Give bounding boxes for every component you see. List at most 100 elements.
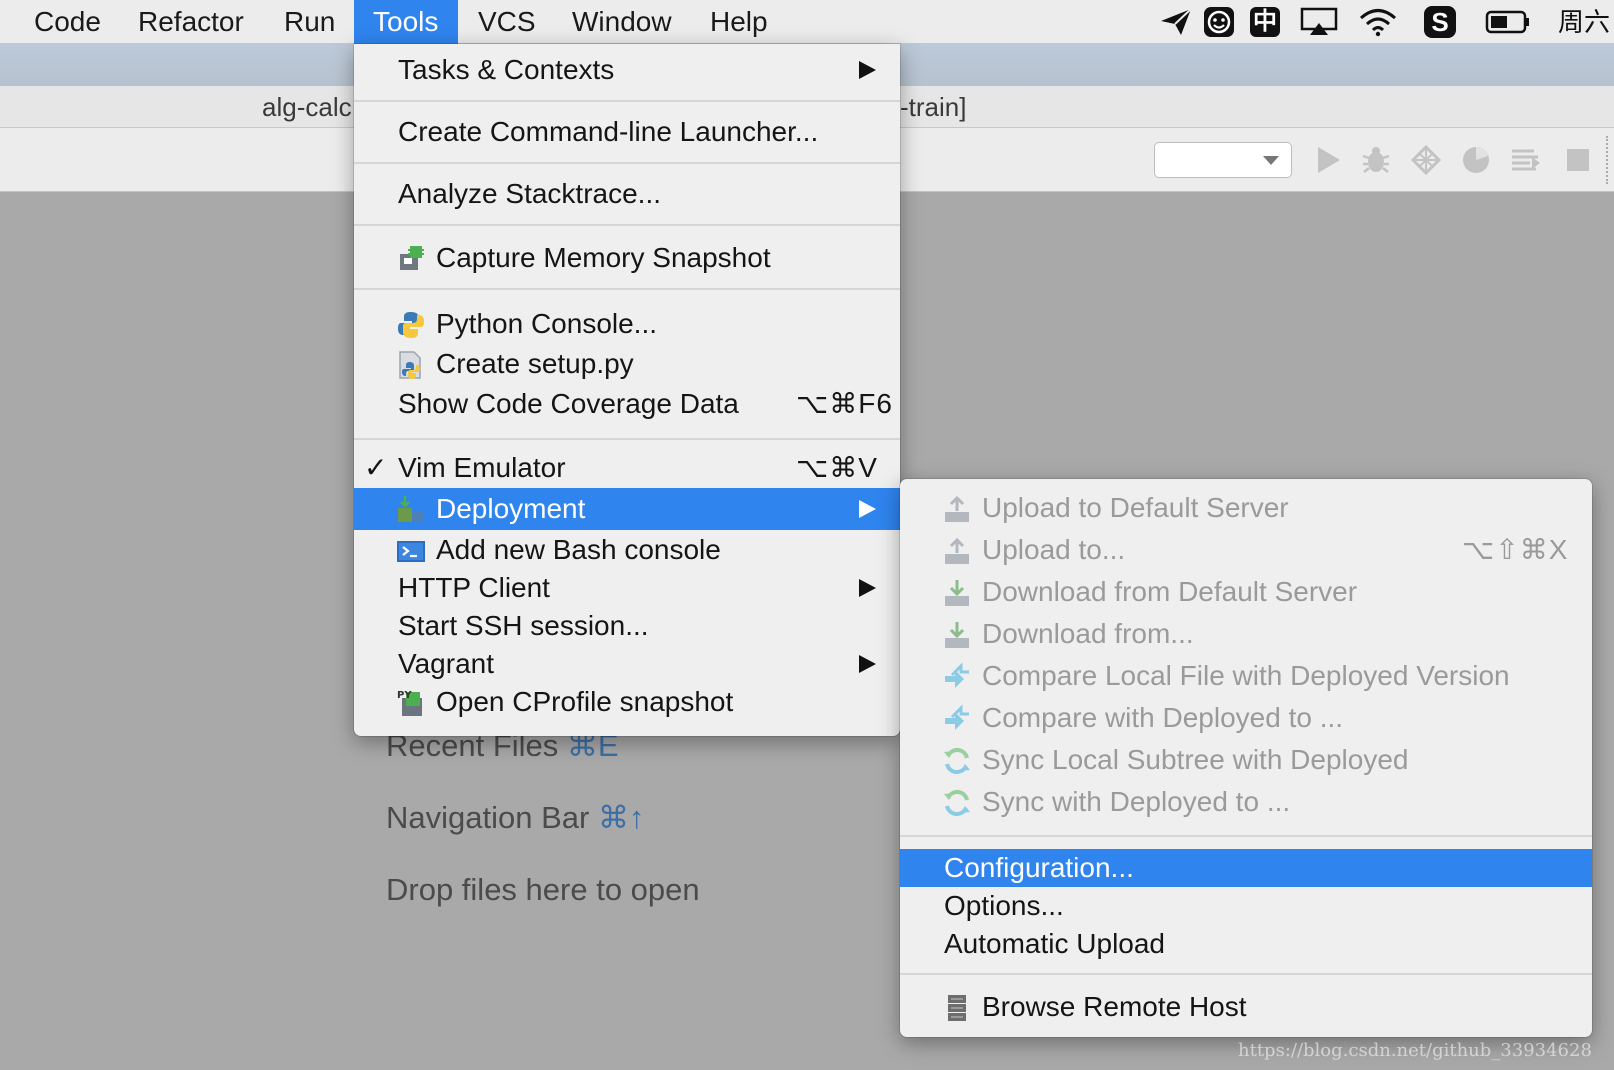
sync-icon bbox=[942, 788, 972, 818]
memory-snapshot-icon bbox=[396, 244, 426, 274]
menu-window[interactable]: Window bbox=[556, 0, 688, 44]
menu-item-label: Sync Local Subtree with Deployed bbox=[982, 744, 1409, 775]
welcome-navigation-bar: Navigation Bar ⌘↑ bbox=[386, 800, 644, 836]
menu-item-label: Download from Default Server bbox=[982, 576, 1358, 607]
menu-item-sync-subtree[interactable]: Sync Local Subtree with Deployed bbox=[900, 740, 1592, 780]
submenu-arrow-icon bbox=[859, 500, 876, 518]
menu-item-python-console[interactable]: Python Console... bbox=[354, 304, 900, 344]
menu-help[interactable]: Help bbox=[694, 0, 784, 44]
menu-item-shortcut: ⌥⇧⌘X bbox=[1462, 534, 1569, 565]
menu-run[interactable]: Run bbox=[268, 0, 351, 44]
menu-item-label: Upload to Default Server bbox=[982, 492, 1289, 523]
profile-icon[interactable] bbox=[1460, 144, 1492, 176]
svg-text:PY: PY bbox=[397, 690, 412, 701]
menu-item-label: Vim Emulator bbox=[398, 452, 566, 483]
menu-separator bbox=[354, 438, 900, 440]
navigation-bar-shortcut: ⌘↑ bbox=[597, 800, 645, 835]
submenu-arrow-icon bbox=[859, 579, 876, 597]
menu-item-download-default[interactable]: Download from Default Server bbox=[900, 572, 1592, 612]
send-icon[interactable] bbox=[1156, 0, 1196, 44]
smiley-icon[interactable] bbox=[1200, 0, 1238, 44]
menu-item-configuration[interactable]: Configuration... bbox=[900, 849, 1592, 887]
menu-item-label: Upload to... bbox=[982, 534, 1126, 565]
wifi-icon[interactable] bbox=[1356, 0, 1400, 44]
menu-tools[interactable]: Tools bbox=[354, 0, 458, 44]
menu-item-label: Deployment bbox=[436, 493, 586, 524]
sogou-label: S bbox=[1431, 7, 1449, 37]
menu-item-add-bash[interactable]: Add new Bash console bbox=[354, 530, 900, 570]
menu-refactor[interactable]: Refactor bbox=[120, 0, 262, 44]
menu-item-create-launcher[interactable]: Create Command-line Launcher... bbox=[354, 112, 900, 152]
menu-item-label: HTTP Client bbox=[398, 572, 550, 603]
menu-separator bbox=[354, 224, 900, 226]
menu-item-label: Create setup.py bbox=[436, 348, 634, 379]
menu-item-analyze-stacktrace[interactable]: Analyze Stacktrace... bbox=[354, 174, 900, 214]
menu-item-http-client[interactable]: HTTP Client bbox=[354, 568, 900, 608]
menu-item-create-setup[interactable]: Create setup.py bbox=[354, 344, 900, 384]
menu-item-tasks-contexts[interactable]: Tasks & Contexts bbox=[354, 50, 900, 90]
menu-item-label: Automatic Upload bbox=[944, 928, 1166, 959]
menu-item-label: Add new Bash console bbox=[436, 534, 721, 565]
watermark: https://blog.csdn.net/github_33934628 bbox=[1238, 1040, 1592, 1061]
airplay-icon[interactable] bbox=[1298, 0, 1340, 44]
input-method-icon[interactable]: 中 bbox=[1246, 0, 1284, 44]
menu-separator bbox=[354, 288, 900, 290]
menu-item-label: Compare with Deployed to ... bbox=[982, 702, 1344, 733]
deployment-icon bbox=[396, 494, 426, 524]
menu-item-open-cprofile[interactable]: PY Open CProfile snapshot bbox=[354, 682, 900, 722]
menu-item-download-from[interactable]: Download from... bbox=[900, 614, 1592, 654]
menu-item-show-coverage[interactable]: Show Code Coverage Data ⌥⌘F6 bbox=[354, 384, 900, 424]
input-method-label: 中 bbox=[1253, 8, 1277, 35]
cprofile-icon: PY bbox=[396, 688, 426, 718]
compare-icon bbox=[942, 662, 972, 692]
run-icon[interactable] bbox=[1312, 144, 1344, 176]
menu-item-options[interactable]: Options... bbox=[900, 887, 1592, 925]
menu-item-label: Show Code Coverage Data bbox=[398, 388, 739, 419]
menu-item-automatic-upload[interactable]: Automatic Upload bbox=[900, 925, 1592, 963]
upload-icon bbox=[942, 536, 972, 566]
menu-separator bbox=[900, 973, 1592, 975]
menu-item-shortcut: ⌥⌘F6 bbox=[796, 388, 893, 419]
menu-item-start-ssh[interactable]: Start SSH session... bbox=[354, 606, 900, 646]
tools-menu: Tasks & Contexts Create Command-line Lau… bbox=[354, 44, 900, 736]
menu-item-label: Compare Local File with Deployed Version bbox=[982, 660, 1510, 691]
battery-icon[interactable] bbox=[1484, 0, 1532, 44]
menu-item-capture-memory[interactable]: Capture Memory Snapshot bbox=[354, 238, 900, 278]
stop-icon[interactable] bbox=[1562, 144, 1594, 176]
build-icon[interactable] bbox=[1510, 144, 1542, 176]
python-file-icon bbox=[396, 350, 426, 380]
deployment-submenu: Upload to Default Server Upload to... ⌥⇧… bbox=[900, 479, 1592, 1037]
navigation-bar-label: Navigation Bar bbox=[386, 800, 590, 835]
download-icon bbox=[942, 578, 972, 608]
menu-item-vim-emulator[interactable]: ✓ Vim Emulator ⌥⌘V bbox=[354, 448, 900, 488]
run-with-coverage-icon[interactable] bbox=[1410, 144, 1442, 176]
submenu-arrow-icon bbox=[859, 655, 876, 673]
menu-item-deployment[interactable]: Deployment bbox=[354, 488, 900, 530]
menu-item-compare-local[interactable]: Compare Local File with Deployed Version bbox=[900, 656, 1592, 696]
clock-day[interactable]: 周六 bbox=[1556, 0, 1612, 44]
menu-item-upload-to[interactable]: Upload to... ⌥⇧⌘X bbox=[900, 530, 1592, 570]
menu-item-label: Tasks & Contexts bbox=[398, 54, 615, 85]
upload-icon bbox=[942, 494, 972, 524]
menu-item-label: Vagrant bbox=[398, 648, 494, 679]
menu-item-upload-default[interactable]: Upload to Default Server bbox=[900, 488, 1592, 528]
menu-item-compare-with[interactable]: Compare with Deployed to ... bbox=[900, 698, 1592, 738]
menu-code[interactable]: Code bbox=[14, 0, 121, 44]
debug-icon[interactable] bbox=[1360, 144, 1392, 176]
menu-item-label: Capture Memory Snapshot bbox=[436, 242, 771, 273]
menu-item-vagrant[interactable]: Vagrant bbox=[354, 644, 900, 684]
menu-separator bbox=[354, 162, 900, 164]
menu-vcs[interactable]: VCS bbox=[462, 0, 552, 44]
sync-icon bbox=[942, 746, 972, 776]
menu-item-label: Browse Remote Host bbox=[982, 991, 1247, 1022]
menu-item-browse-remote[interactable]: Browse Remote Host bbox=[900, 987, 1592, 1027]
menu-item-label: Open CProfile snapshot bbox=[436, 686, 734, 717]
menu-item-label: Options... bbox=[944, 890, 1064, 921]
sogou-icon[interactable]: S bbox=[1420, 0, 1460, 44]
menu-item-sync-with[interactable]: Sync with Deployed to ... bbox=[900, 782, 1592, 822]
toolbar-divider bbox=[1606, 136, 1608, 184]
checkmark-icon: ✓ bbox=[364, 452, 388, 483]
compare-icon bbox=[942, 704, 972, 734]
run-configuration-select[interactable] bbox=[1154, 142, 1292, 178]
download-icon bbox=[942, 620, 972, 650]
